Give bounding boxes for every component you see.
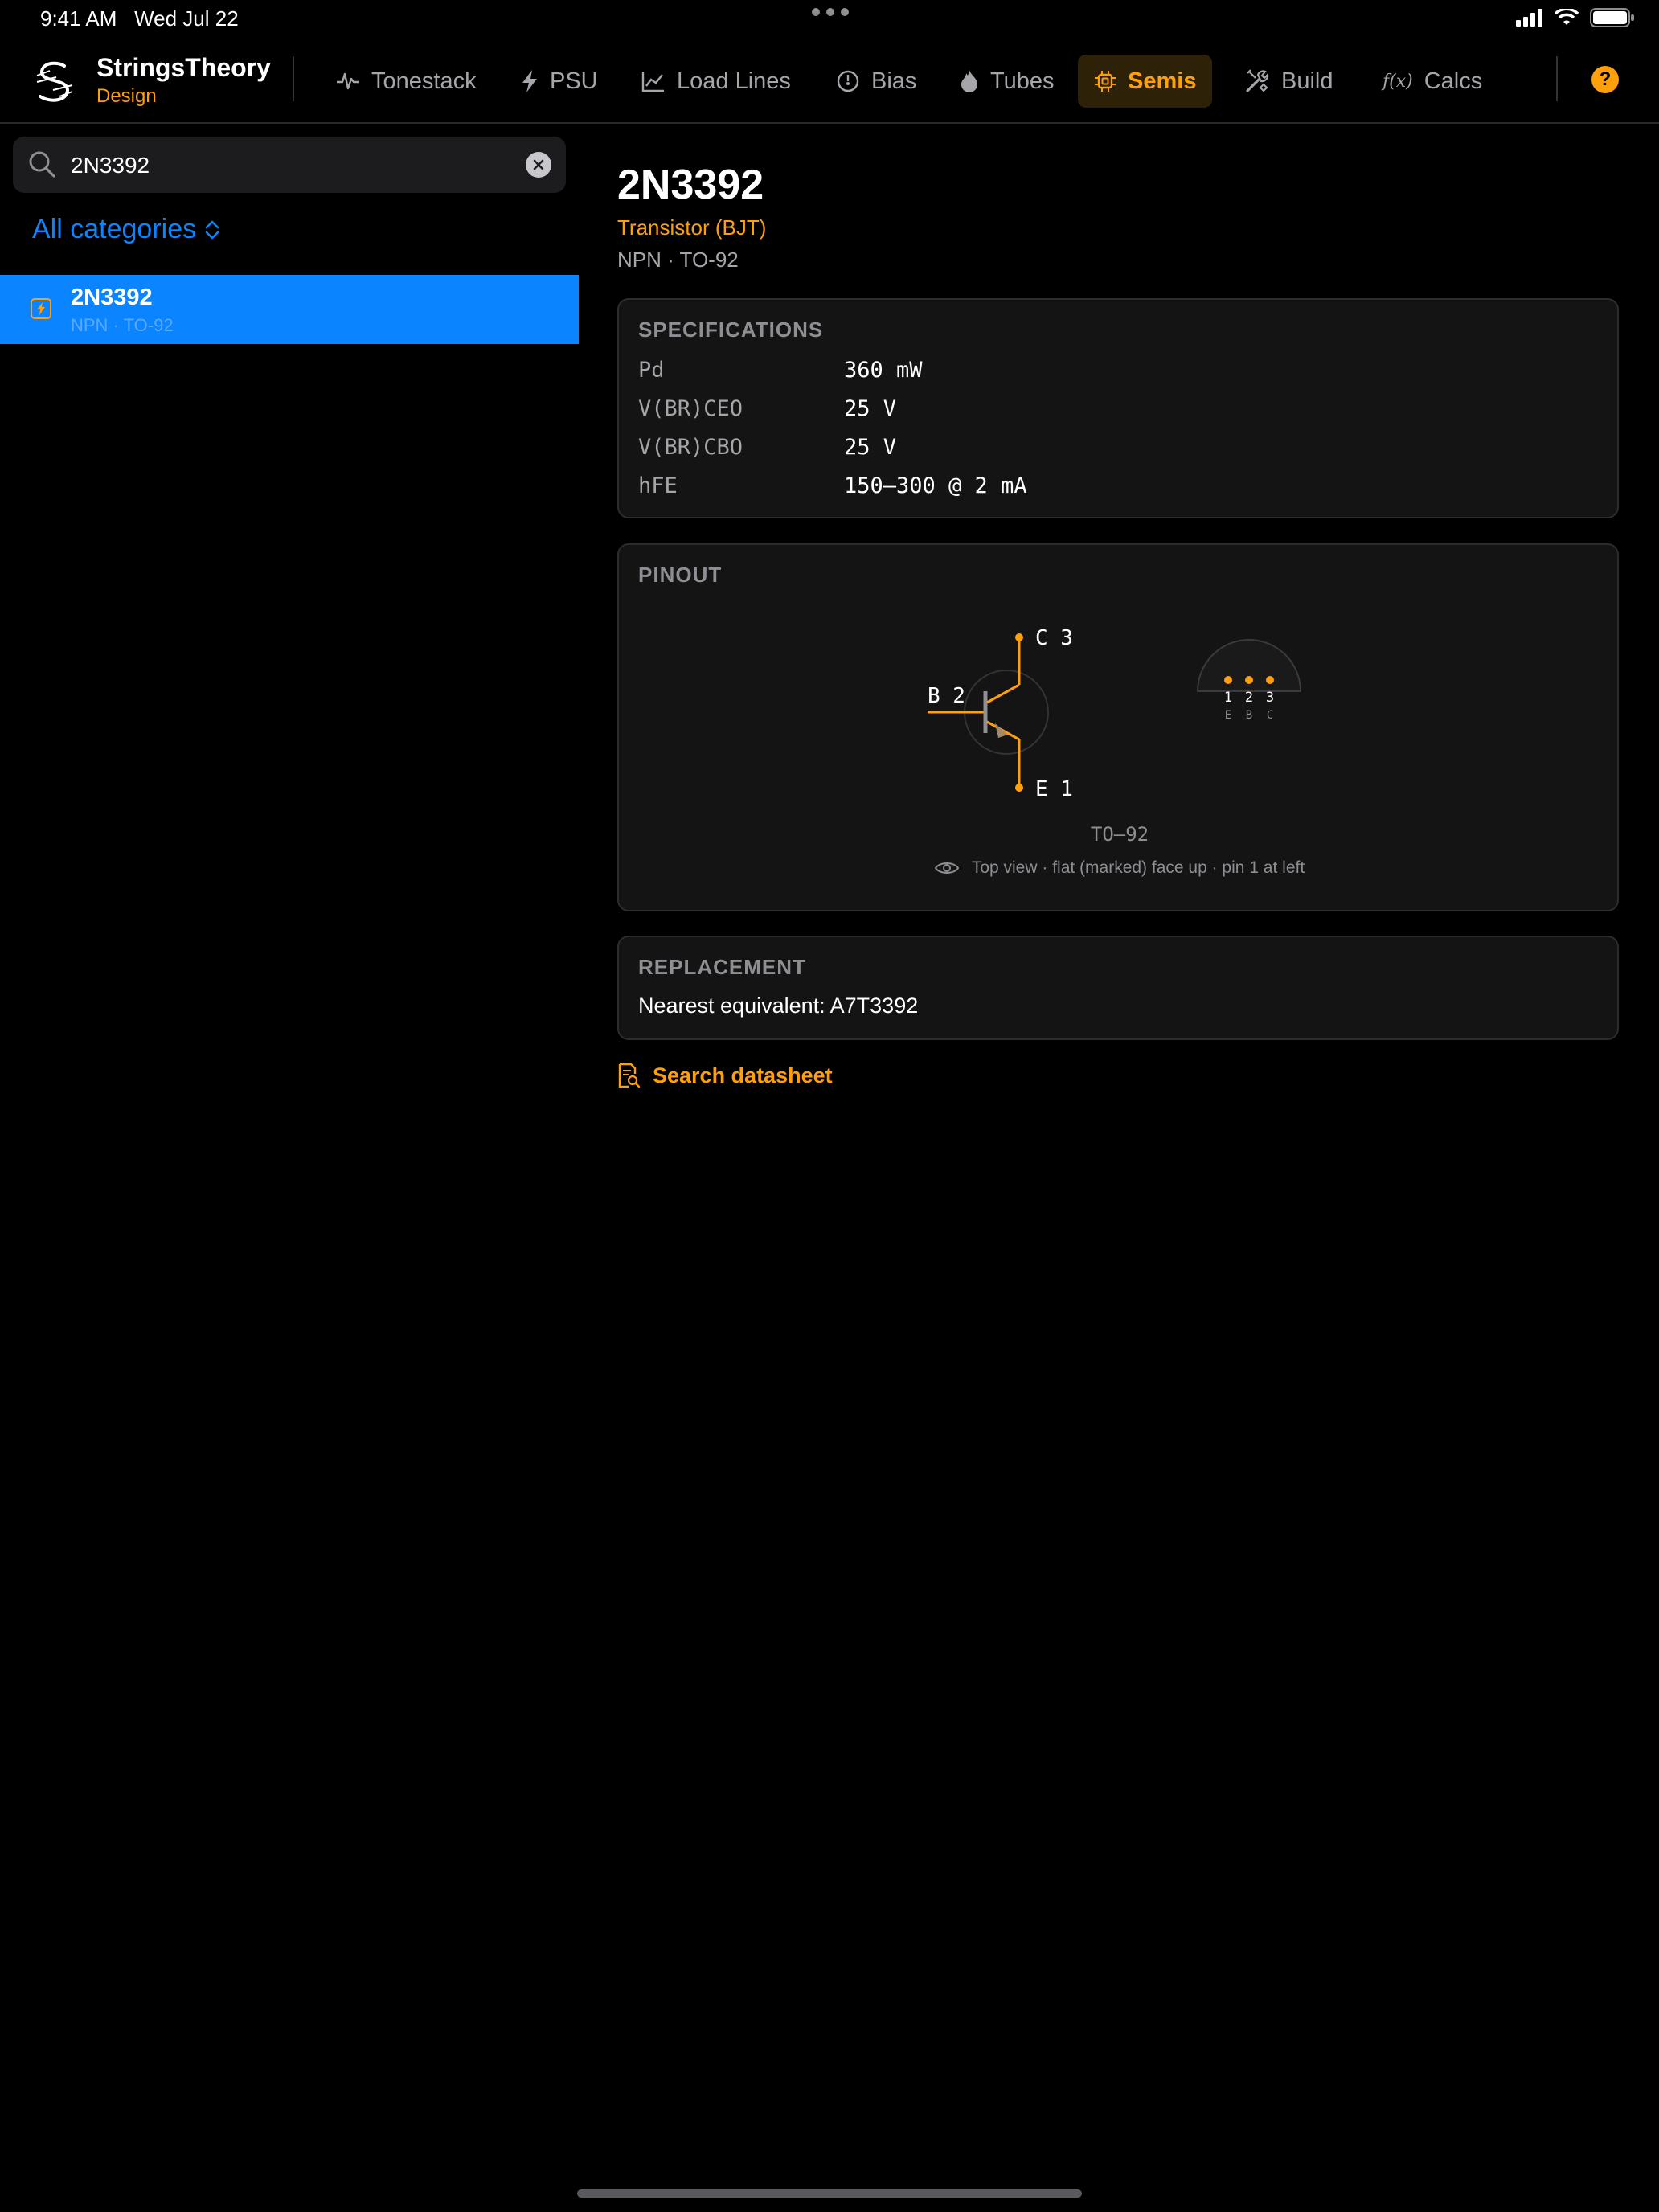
view-note-text: Top view · flat (marked) face up · pin 1… <box>971 858 1305 877</box>
waveform-icon <box>337 72 359 90</box>
close-icon <box>533 159 544 170</box>
document-search-icon <box>618 1063 640 1088</box>
pin-letter: C <box>1267 709 1273 722</box>
spec-label: Pd <box>638 358 665 383</box>
collector-label: C 3 <box>1035 626 1073 650</box>
category-picker-label: All categories <box>32 214 197 244</box>
collector-terminal <box>1015 633 1023 641</box>
spec-value: 360 mW <box>844 358 923 383</box>
search-icon <box>29 151 55 178</box>
list-item-subtitle: NPN · TO-92 <box>71 315 174 335</box>
multitasking-dots-icon[interactable] <box>812 8 849 16</box>
bolt-icon <box>522 70 537 92</box>
search-datasheet-label: Search datasheet <box>653 1063 833 1088</box>
pin-dot <box>1224 676 1232 684</box>
pinout-card: PINOUT C 3 B 2 E 1 1 2 3 E B C TO–92 Top… <box>617 543 1619 911</box>
function-icon: f(x) <box>1382 71 1413 92</box>
status-indicators <box>1516 8 1635 27</box>
category-picker[interactable]: All categories <box>32 214 220 245</box>
help-button[interactable]: ? <box>1591 66 1619 93</box>
cpu-icon <box>1095 71 1116 92</box>
pin-number: 2 <box>1245 690 1253 706</box>
search-input[interactable] <box>69 137 522 195</box>
component-bolt-icon <box>31 298 51 319</box>
top-navigation-bar: StringsTheory Design Tonestack PSU Load … <box>0 45 1659 124</box>
pin-letter: E <box>1225 709 1231 722</box>
list-item[interactable]: 2N3392 NPN · TO-92 <box>0 275 579 344</box>
chart-line-icon <box>641 72 664 92</box>
search-datasheet-button[interactable]: Search datasheet <box>617 1063 833 1088</box>
tab-calcs[interactable]: f(x) Calcs <box>1366 55 1498 108</box>
spec-label: V(BR)CEO <box>638 396 743 421</box>
base-label: B 2 <box>928 684 965 708</box>
nav-divider <box>293 56 294 101</box>
app-title: StringsTheory <box>96 53 271 82</box>
battery-icon <box>1590 8 1634 27</box>
part-title: 2N3392 <box>617 162 764 208</box>
pin-number: 3 <box>1266 690 1274 706</box>
emitter-label: E 1 <box>1035 777 1073 801</box>
home-indicator[interactable] <box>577 2189 1082 2198</box>
emitter-arrow <box>995 723 1008 738</box>
part-package: NPN · TO-92 <box>617 248 739 272</box>
list-item-title: 2N3392 <box>71 285 153 310</box>
part-type: Transistor (BJT) <box>617 215 767 240</box>
spec-value: 25 V <box>844 435 897 460</box>
pin-number: 1 <box>1224 690 1232 706</box>
replacement-header: REPLACEMENT <box>638 955 806 979</box>
tab-tonestack[interactable]: Tonestack <box>320 55 493 108</box>
replacement-text: Nearest equivalent: A7T3392 <box>638 993 919 1018</box>
tab-load-lines[interactable]: Load Lines <box>625 55 807 108</box>
wifi-icon <box>1555 9 1579 25</box>
status-time: 9:41 AM Wed Jul 22 <box>40 6 239 31</box>
search-bar[interactable] <box>13 137 566 195</box>
nav-divider-right <box>1556 56 1558 101</box>
chevron-up-down-icon <box>205 220 219 239</box>
emitter-terminal <box>1015 784 1023 792</box>
view-note: Top view · flat (marked) face up · pin 1… <box>619 858 1620 878</box>
spec-label: hFE <box>638 473 678 498</box>
app-logo-icon <box>36 61 73 102</box>
tab-semis[interactable]: Semis <box>1078 55 1213 108</box>
collector-lead <box>986 683 1020 704</box>
spec-value: 150–300 @ 2 mA <box>844 473 1027 498</box>
pin-letter: B <box>1246 709 1252 722</box>
tab-tubes[interactable]: Tubes <box>944 55 1071 108</box>
package-caption: TO–92 <box>1090 823 1149 846</box>
replacement-card: REPLACEMENT Nearest equivalent: A7T3392 <box>617 936 1619 1040</box>
gauge-icon <box>837 70 859 92</box>
specifications-card: SPECIFICATIONS Pd 360 mW V(BR)CEO 25 V V… <box>617 298 1619 518</box>
tab-psu[interactable]: PSU <box>505 55 614 108</box>
status-bar: 9:41 AM Wed Jul 22 <box>0 0 1659 39</box>
flame-icon <box>961 70 977 92</box>
eye-icon <box>934 862 959 874</box>
cellular-signal-icon <box>1516 9 1542 27</box>
spec-value: 25 V <box>844 396 897 421</box>
specifications-header: SPECIFICATIONS <box>638 317 824 342</box>
clear-search-button[interactable] <box>526 152 551 178</box>
spec-label: V(BR)CBO <box>638 435 743 460</box>
tools-icon <box>1246 69 1269 92</box>
tab-bias[interactable]: Bias <box>820 55 932 108</box>
app-subtitle: Design <box>96 85 157 107</box>
pin-dot <box>1266 676 1274 684</box>
pin-dot <box>1245 676 1253 684</box>
tab-build[interactable]: Build <box>1228 55 1350 108</box>
